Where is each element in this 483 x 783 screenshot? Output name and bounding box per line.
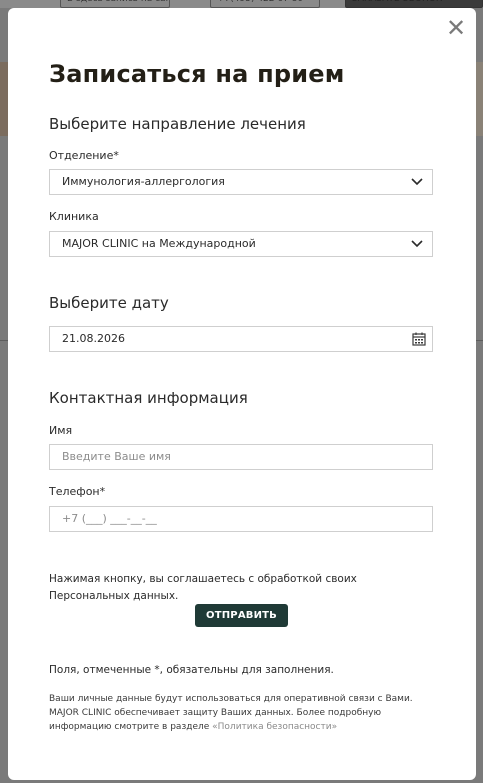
contact-section-title: Контактная информация: [49, 389, 248, 407]
clinic-select-value: MAJOR CLINIC на Международной: [62, 237, 256, 250]
treatment-section-title: Выберите направление лечения: [49, 115, 306, 133]
calendar-icon[interactable]: [412, 332, 426, 346]
date-section-title: Выберите дату: [49, 294, 169, 312]
required-fields-note: Поля, отмеченные *, обязательны для запо…: [49, 664, 334, 676]
close-icon[interactable]: ✕: [446, 16, 466, 40]
name-input[interactable]: Введите Ваше имя: [49, 444, 433, 470]
name-label: Имя: [49, 424, 73, 437]
date-input[interactable]: 21.08.2026: [49, 326, 433, 352]
consent-text: Нажимая кнопку, вы соглашаетесь с обрабо…: [49, 573, 357, 602]
privacy-notice: Ваши личные данные будут использоваться …: [49, 692, 444, 734]
background-address-pill: В здесь запись на сам: [60, 0, 170, 8]
background-divider: [476, 340, 483, 341]
appointment-modal: ✕ Записаться на прием Выберите направлен…: [8, 8, 476, 780]
submit-button[interactable]: ОТПРАВИТЬ: [195, 604, 288, 627]
date-input-value: 21.08.2026: [62, 332, 125, 345]
privacy-policy-link[interactable]: «Политика безопасности»: [212, 722, 337, 732]
department-label: Отделение*: [49, 149, 119, 162]
chevron-down-icon: [411, 240, 423, 248]
background-callback-pill: ЗАКАЗАТЬ ЗВОНОК: [345, 0, 483, 8]
clinic-label: Клиника: [49, 210, 99, 223]
phone-input[interactable]: +7 (___) ___-__-__: [49, 506, 433, 532]
background-divider: [0, 340, 8, 341]
department-select[interactable]: Иммунология-аллергология: [49, 169, 433, 195]
chevron-down-icon: [411, 178, 423, 186]
phone-label: Телефон*: [49, 485, 106, 498]
modal-title: Записаться на прием: [49, 60, 345, 88]
background-phone-pill: +7(495) 422 67 80: [210, 0, 320, 8]
clinic-select[interactable]: MAJOR CLINIC на Международной: [49, 231, 433, 257]
department-select-value: Иммунология-аллергология: [62, 175, 225, 188]
background-photo-right: [475, 62, 483, 136]
